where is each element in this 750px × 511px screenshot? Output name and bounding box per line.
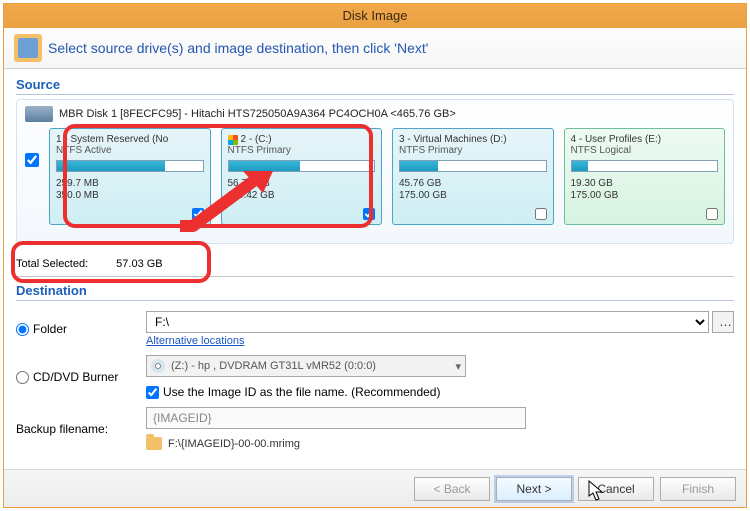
partition-tile[interactable]: 3 - Virtual Machines (D:)NTFS Primary 45.… [392,128,554,225]
backup-filename-label: Backup filename: [16,422,146,436]
radio-cd-dvd-input[interactable] [16,371,29,384]
partition-title: 2 - (C:) [228,134,376,145]
partition-capacity: 175.00 GB [571,190,719,202]
disk-label: MBR Disk 1 [8FECFC95] - Hitachi HTS72505… [59,108,456,120]
partition-used: 56.77 GB [228,178,376,190]
next-button[interactable]: Next > [496,477,572,501]
select-all-partitions-checkbox[interactable] [25,153,39,167]
use-imageid-checkbox[interactable] [146,386,159,399]
use-imageid-checkbox-row[interactable]: Use the Image ID as the file name. (Reco… [146,385,734,399]
chevron-down-icon: ▾ [455,360,461,373]
partition-tile[interactable]: 4 - User Profiles (E:)NTFS Logical 19.30 … [564,128,726,225]
window-title: Disk Image [4,4,746,28]
partition-capacity: 115.42 GB [228,190,376,202]
totals-value: 57.03 GB [116,258,162,270]
radio-cd-dvd-label: CD/DVD Burner [33,370,118,384]
partition-tile[interactable]: 2 - (C:)NTFS Primary 56.77 GB115.42 GB [221,128,383,225]
partition-tile[interactable]: 1 - System Reserved (NoNTFS Active 259.7 … [49,128,211,225]
backup-filename-input[interactable] [146,407,526,429]
partition-used: 259.7 MB [56,178,204,190]
partition-used: 19.30 GB [571,178,719,190]
radio-cd-dvd[interactable]: CD/DVD Burner [16,370,146,384]
back-button: < Back [414,477,490,501]
burner-device-label: (Z:) - hp , DVDRAM GT31L vMR52 (0:0:0) [171,360,376,372]
partition-filesystem: NTFS Primary [228,145,376,156]
partition-title: 1 - System Reserved (No [56,134,204,145]
folder-icon [146,437,162,450]
partition-filesystem: NTFS Active [56,145,204,156]
cancel-button[interactable]: Cancel [578,477,654,501]
alternative-locations-link[interactable]: Alternative locations [146,333,244,347]
partition-filesystem: NTFS Primary [399,145,547,156]
radio-folder[interactable]: Folder [16,322,146,336]
cd-icon [151,359,165,373]
app-icon [14,34,42,62]
folder-path-select[interactable]: F:\ [146,311,709,333]
instruction-text: Select source drive(s) and image destina… [48,40,428,56]
usage-bar [56,160,204,172]
result-image-path: F:\{IMAGEID}-00-00.mrimg [168,438,300,450]
wizard-footer: < Back Next > Cancel Finish [4,469,746,507]
section-destination-heading: Destination [16,283,734,301]
section-source-heading: Source [16,77,734,95]
partition-title: 3 - Virtual Machines (D:) [399,134,547,145]
usage-bar [571,160,719,172]
usage-bar [399,160,547,172]
partition-checkbox[interactable] [535,208,547,220]
partition-capacity: 175.00 GB [399,190,547,202]
windows-logo-icon [228,135,238,145]
partition-capacity: 350.0 MB [56,190,204,202]
totals-row: Total Selected: 57.03 GB [16,256,734,277]
partition-title: 4 - User Profiles (E:) [571,134,719,145]
disk-panel: MBR Disk 1 [8FECFC95] - Hitachi HTS72505… [16,99,734,244]
instruction-bar: Select source drive(s) and image destina… [4,28,746,69]
partition-filesystem: NTFS Logical [571,145,719,156]
partition-checkbox[interactable] [363,208,375,220]
hard-disk-icon [25,106,53,122]
radio-folder-input[interactable] [16,323,29,336]
browse-folder-button[interactable]: … [712,311,734,333]
radio-folder-label: Folder [33,322,67,336]
totals-label: Total Selected: [16,258,88,270]
burner-device-select[interactable]: (Z:) - hp , DVDRAM GT31L vMR52 (0:0:0) ▾ [146,355,466,377]
partition-checkbox[interactable] [706,208,718,220]
partition-checkbox[interactable] [192,208,204,220]
finish-button: Finish [660,477,736,501]
partition-used: 45.76 GB [399,178,547,190]
use-imageid-label: Use the Image ID as the file name. (Reco… [163,385,440,399]
usage-bar [228,160,376,172]
